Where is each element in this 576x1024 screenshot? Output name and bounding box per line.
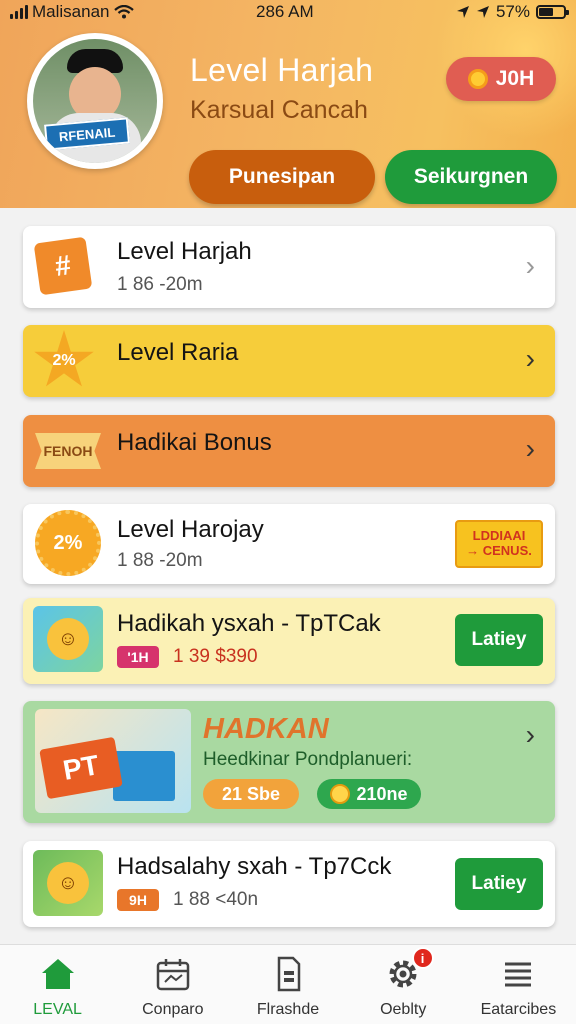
location-icon-2	[476, 6, 489, 18]
coin-icon	[330, 784, 351, 804]
coin-balance-label: J0H	[495, 67, 535, 90]
nav-item-eatarcibes[interactable]: Eatarcibes	[461, 945, 576, 1024]
list-item-level-harjah[interactable]: # Level Harjah 1 86 -20m ›	[23, 226, 555, 308]
promo-pill-coins[interactable]: 210ne	[317, 779, 421, 809]
sim-icon	[269, 955, 307, 993]
nav-item-leval[interactable]: LEVAL	[0, 945, 115, 1024]
battery-icon	[536, 5, 569, 19]
sun-illustration-icon: ☺	[33, 606, 103, 672]
carrier-name: Malisanan	[32, 2, 110, 21]
promo-title: HADKAN	[203, 713, 329, 745]
list-item-level-raria[interactable]: 2% Level Raria ›	[23, 325, 555, 397]
calendar-icon	[154, 955, 192, 993]
pt-ribbon: PT	[39, 736, 123, 800]
bonus-badge[interactable]: LDDIAAI → CENUS.	[455, 520, 543, 568]
nav-label: Eatarcibes	[480, 1001, 557, 1018]
price-tag-icon: 9H	[117, 889, 159, 911]
bottom-nav: LEVAL Conparo Flrashde i Oeblty Eatarcib…	[0, 944, 576, 1024]
nav-item-conparo[interactable]: Conparo	[115, 945, 230, 1024]
star-badge-icon: 2%	[33, 330, 95, 392]
seal-badge-icon: 2%	[35, 510, 101, 576]
list-item-price: 1 39 $390	[173, 646, 258, 667]
chevron-right-icon: ›	[525, 433, 535, 464]
nav-label: Conparo	[142, 1001, 204, 1018]
price-tag-icon: '1H	[117, 646, 159, 668]
list-item-title: Level Raria	[117, 339, 239, 366]
notification-badge: i	[411, 947, 434, 969]
nav-label: Oeblty	[380, 1001, 427, 1018]
list-item-title: Hadikai Bonus	[117, 429, 272, 456]
nav-label: LEVAL	[33, 1001, 82, 1018]
status-bar: Malisanan 286 AM 57%	[0, 0, 576, 24]
promo-pill-coins-label: 210ne	[356, 783, 408, 804]
battery-percent: 57%	[495, 2, 530, 21]
list-item-price-row: '1H 1 39 $390	[117, 646, 258, 668]
home-icon	[39, 955, 77, 993]
page-subtitle: Karsual Cancah	[190, 96, 368, 124]
list-item-price-row: 9H 1 88 <40n	[117, 889, 258, 911]
secondary-action-button[interactable]: Seikurgnen	[385, 150, 557, 204]
promo-card[interactable]: PT HADKAN Heedkinar Pondplanueri: 21 Sbe…	[23, 701, 555, 823]
list-item-title: Level Harojay	[117, 516, 264, 543]
latiey-button[interactable]: Latiey	[455, 614, 543, 666]
gift-box-shape	[113, 751, 175, 801]
nav-item-flrashde[interactable]: Flrashde	[230, 945, 345, 1024]
wifi-icon	[113, 5, 134, 19]
chevron-right-icon: ›	[525, 719, 535, 750]
list-item-title: Hadsalahy sxah - Tp7Cck	[117, 853, 392, 880]
bonus-badge-line1: LDDIAAI	[472, 528, 526, 544]
latiey-button[interactable]: Latiey	[455, 858, 543, 910]
page-title: Level Harjah	[190, 52, 374, 88]
list-item-title: Hadikah ysxah - TpTCak	[117, 610, 381, 637]
primary-action-button[interactable]: Punesipan	[189, 150, 375, 204]
list-item-price: 1 88 <40n	[173, 889, 259, 910]
promo-pill-time[interactable]: 21 Sbe	[203, 779, 299, 809]
list-item-offer-2[interactable]: ☺ Hadsalahy sxah - Tp7Cck 9H 1 88 <40n L…	[23, 841, 555, 927]
battery-fill	[539, 8, 553, 16]
list-item-subtitle: 1 88 -20m	[117, 550, 203, 571]
menu-icon	[499, 955, 537, 993]
clock: 286 AM	[256, 2, 314, 21]
chevron-right-icon: ›	[525, 343, 535, 374]
signal-icon	[10, 5, 28, 19]
bonus-badge-line2: → CENUS.	[466, 543, 532, 558]
list-item-offer-1[interactable]: ☺ Hadikah ysxah - TpTCak '1H 1 39 $390 L…	[23, 598, 555, 684]
chevron-right-icon: ›	[525, 250, 535, 281]
coin-balance-button[interactable]: J0H	[446, 57, 556, 101]
ribbon-icon: FENOH	[35, 433, 101, 469]
list-item-level-harojay[interactable]: 2% Level Harojay 1 88 -20m LDDIAAI → CEN…	[23, 504, 555, 584]
promo-illustration: PT	[35, 709, 191, 813]
coin-icon	[467, 69, 488, 89]
list-item-subtitle: 1 86 -20m	[117, 274, 203, 295]
avatar[interactable]: RFENAIL	[27, 33, 163, 169]
smiley-illustration-icon: ☺	[33, 850, 103, 916]
nav-label: Flrashde	[256, 1001, 320, 1018]
promo-subtitle: Heedkinar Pondplanueri:	[203, 749, 413, 770]
list-item-title: Level Harjah	[117, 238, 252, 265]
location-icon	[456, 6, 469, 18]
profile-header: RFENAIL Level Harjah Karsual Cancah J0H …	[0, 0, 576, 208]
nav-item-oeblty[interactable]: i Oeblty	[346, 945, 461, 1024]
shopping-bag-icon: #	[33, 236, 93, 296]
list-item-hadikai-bonus[interactable]: FENOH Hadikai Bonus ›	[23, 415, 555, 487]
avatar-photo: RFENAIL	[33, 39, 157, 163]
